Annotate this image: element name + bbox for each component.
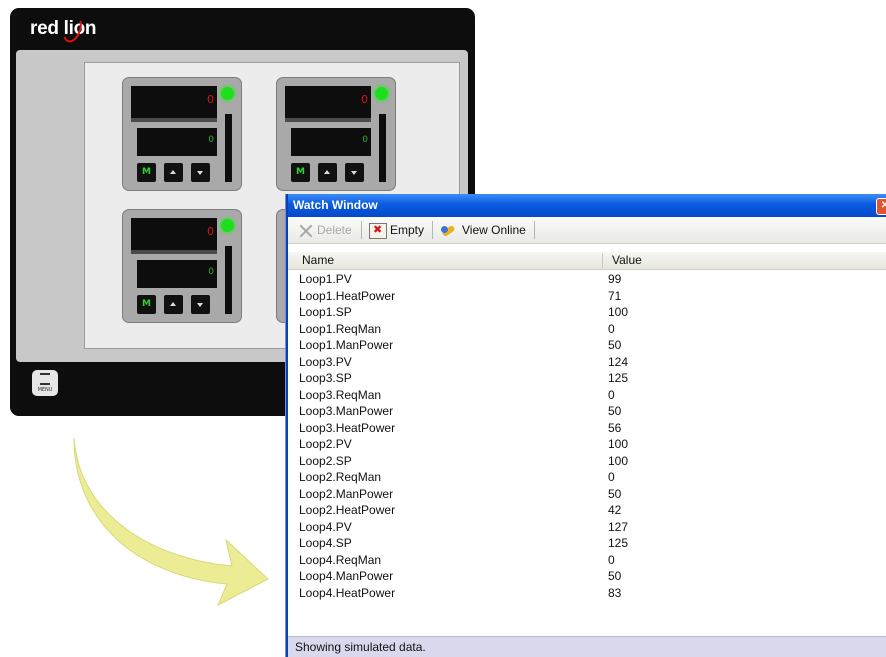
toolbar-separator — [432, 221, 433, 239]
variable-name: Loop2.ReqMan — [299, 470, 382, 484]
variable-value: 50 — [608, 486, 622, 501]
variable-value: 0 — [608, 387, 615, 402]
variable-name: Loop1.ReqMan — [299, 321, 382, 336]
column-header-name[interactable]: Name — [302, 253, 334, 267]
list-item[interactable]: Loop1.PV 99 — [288, 272, 886, 289]
view-online-button[interactable]: View Online — [440, 222, 526, 239]
variable-name: Loop3.PV — [299, 354, 352, 369]
variable-name: Loop4.SP — [299, 536, 352, 550]
list-item[interactable]: Loop1.HeatPower 71 — [288, 289, 886, 306]
list-item[interactable]: Loop1.SP 100 — [288, 305, 886, 322]
variable-name: Loop3.HeatPower — [299, 420, 396, 435]
delete-icon — [298, 223, 314, 239]
status-bar: Showing simulated data. — [288, 636, 886, 657]
view-online-icon — [440, 224, 458, 238]
list-item[interactable]: Loop3.SP 125 — [288, 371, 886, 388]
column-header-value[interactable]: Value — [612, 253, 642, 267]
list-item[interactable]: Loop4.PV 127 — [288, 520, 886, 537]
list-item[interactable]: Loop3.ReqMan 0 — [288, 388, 886, 405]
variable-name: Loop4.ManPower — [299, 569, 394, 583]
variable-value: 99 — [608, 272, 622, 286]
variable-name: Loop3.SP — [299, 371, 352, 385]
variable-name: Loop1.ManPower — [299, 338, 394, 352]
variable-value: 125 — [608, 371, 629, 385]
variable-name: Loop2.ManPower — [299, 486, 394, 501]
list-item[interactable]: Loop4.ManPower 50 — [288, 569, 886, 586]
variable-value: 50 — [608, 338, 622, 352]
toolbar: Delete Empty View Online — [288, 217, 886, 244]
variable-value: 56 — [608, 420, 622, 435]
variable-value: 50 — [608, 569, 622, 583]
variable-value: 127 — [608, 519, 629, 534]
toolbar-separator — [361, 221, 362, 239]
variable-value: 125 — [608, 536, 629, 550]
delete-button[interactable]: Delete — [298, 222, 352, 239]
variable-name: Loop3.ManPower — [299, 404, 394, 418]
toolbar-separator — [534, 221, 535, 239]
variable-value: 42 — [608, 503, 622, 517]
variable-name: Loop1.SP — [299, 305, 352, 319]
list-item[interactable]: Loop4.HeatPower 83 — [288, 586, 886, 603]
watch-window: Watch Window ✕ Delete Empty View Online … — [286, 194, 886, 657]
delete-label: Delete — [317, 223, 352, 237]
variable-name: Loop3.ReqMan — [299, 387, 382, 402]
variable-name: Loop4.HeatPower — [299, 585, 396, 600]
list-item[interactable]: Loop2.ManPower 50 — [288, 487, 886, 504]
list-item[interactable]: Loop4.SP 125 — [288, 536, 886, 553]
variable-name: Loop4.PV — [299, 519, 352, 534]
status-text: Showing simulated data. — [295, 640, 426, 654]
variable-value: 83 — [608, 585, 622, 600]
list-item[interactable]: Loop2.ReqMan 0 — [288, 470, 886, 487]
list-item[interactable]: Loop2.PV 100 — [288, 437, 886, 454]
empty-button[interactable]: Empty — [369, 222, 424, 239]
variable-value: 124 — [608, 354, 629, 369]
variable-value: 100 — [608, 305, 629, 319]
list-item[interactable]: Loop3.HeatPower 56 — [288, 421, 886, 438]
variable-value: 0 — [608, 470, 615, 484]
variable-value: 0 — [608, 552, 615, 567]
watch-list: Loop1.PV 99 Loop1.HeatPower 71 Loop1.SP 100 Lo… — [288, 272, 886, 602]
list-item[interactable]: Loop1.ReqMan 0 — [288, 322, 886, 339]
list-item[interactable]: Loop2.HeatPower 42 — [288, 503, 886, 520]
view-online-label: View Online — [462, 223, 526, 237]
list-item[interactable]: Loop3.PV 124 — [288, 355, 886, 372]
window-title: Watch Window — [293, 198, 378, 212]
list-item[interactable]: Loop3.ManPower 50 — [288, 404, 886, 421]
variable-value: 71 — [608, 288, 622, 303]
variable-value: 0 — [608, 321, 615, 336]
variable-name: Loop2.SP — [299, 453, 352, 468]
variable-name: Loop1.HeatPower — [299, 288, 396, 303]
empty-icon — [369, 222, 387, 239]
variable-value: 100 — [608, 453, 629, 468]
list-item[interactable]: Loop1.ManPower 50 — [288, 338, 886, 355]
variable-value: 50 — [608, 404, 622, 418]
column-divider[interactable] — [602, 253, 603, 268]
variable-name: Loop4.ReqMan — [299, 552, 382, 567]
variable-value: 100 — [608, 437, 629, 451]
list-item[interactable]: Loop4.ReqMan 0 — [288, 553, 886, 570]
variable-name: Loop2.PV — [299, 437, 352, 451]
title-bar[interactable]: Watch Window ✕ — [288, 194, 886, 217]
column-header-row: Name Value — [288, 252, 886, 270]
variable-name: Loop2.HeatPower — [299, 503, 396, 517]
empty-label: Empty — [390, 223, 425, 237]
close-button[interactable]: ✕ — [876, 198, 886, 215]
list-item[interactable]: Loop2.SP 100 — [288, 454, 886, 471]
variable-name: Loop1.PV — [299, 272, 352, 286]
